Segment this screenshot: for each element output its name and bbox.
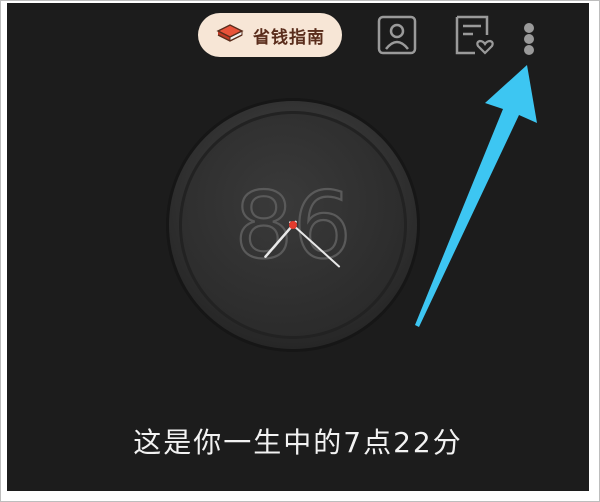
money-saving-guide-button[interactable]: 省钱指南 <box>198 13 342 57</box>
guide-button-label: 省钱指南 <box>253 27 325 48</box>
more-dot <box>524 45 534 55</box>
clock-face: 86 <box>165 97 421 353</box>
more-dot <box>524 34 534 44</box>
more-vertical-icon[interactable] <box>517 19 541 59</box>
app-screen: 省钱指南 86 这是你一生中的7点22分 <box>7 3 589 491</box>
clock-center-pin <box>289 221 297 229</box>
favorites-icon[interactable] <box>451 13 495 57</box>
book-icon <box>215 21 245 50</box>
screenshot-frame: 省钱指南 86 这是你一生中的7点22分 <box>0 0 600 502</box>
time-caption: 这是你一生中的7点22分 <box>133 426 463 459</box>
more-dot <box>524 23 534 33</box>
profile-icon[interactable] <box>375 13 419 57</box>
